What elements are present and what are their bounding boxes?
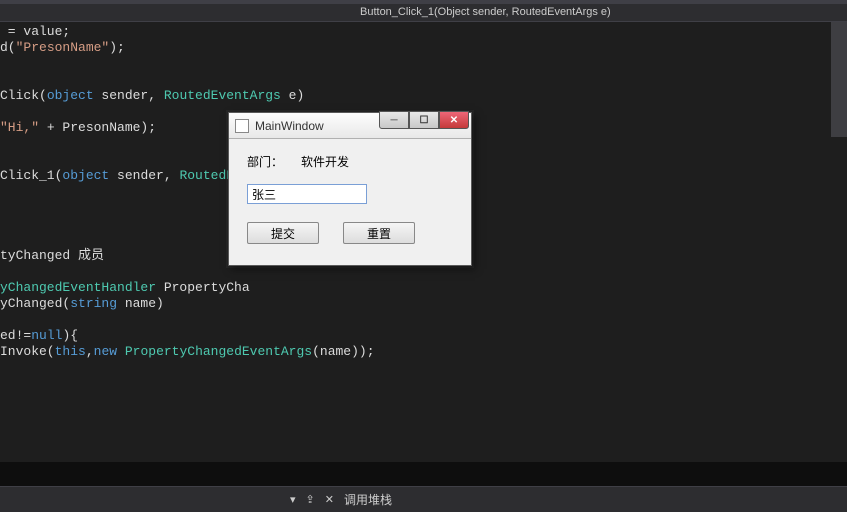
footer-separator [0,462,847,486]
close-button[interactable]: ✕ [439,111,469,129]
dialog-body: 部门： 软件开发 提交 重置 [229,139,471,258]
minimize-button[interactable]: ─ [379,111,409,129]
code-line: d("PresonName"); [0,40,847,56]
maximize-button[interactable]: ☐ [409,111,439,129]
department-value: 软件开发 [301,153,349,170]
close-panel-icon[interactable]: ✕ [325,493,334,506]
name-input[interactable] [247,184,367,204]
code-line: Invoke(this,new PropertyChangedEventArgs… [0,344,847,360]
window-controls: ─ ☐ ✕ [379,111,469,129]
submit-button[interactable]: 提交 [247,222,319,244]
window-titlebar[interactable]: MainWindow ─ ☐ ✕ [229,113,471,139]
reset-button[interactable]: 重置 [343,222,415,244]
department-label: 部门： [247,153,283,170]
department-row: 部门： 软件开发 [247,153,453,170]
code-line [0,72,847,88]
code-line: yChanged(string name) [0,296,847,312]
code-line: Click(object sender, RoutedEventArgs e) [0,88,847,104]
code-line: = value; [0,24,847,40]
button-row: 提交 重置 [247,222,453,244]
callstack-tab[interactable]: 调用堆栈 [344,491,392,508]
mainwindow-dialog: MainWindow ─ ☐ ✕ 部门： 软件开发 提交 重置 [228,112,472,266]
scrollbar-track[interactable] [831,22,847,137]
code-line [0,312,847,328]
code-line [0,264,847,280]
window-title: MainWindow [255,119,324,133]
name-input-row [247,184,453,204]
code-line: yChangedEventHandler PropertyCha [0,280,847,296]
bottom-panel: ▾ ⇪ ✕ 调用堆栈 [0,486,847,512]
breadcrumb[interactable]: Button_Click_1(Object sender, RoutedEven… [0,4,847,22]
pin-icon[interactable]: ⇪ [306,493,315,506]
code-line [0,56,847,72]
breadcrumb-text: Button_Click_1(Object sender, RoutedEven… [360,6,611,18]
code-line: ed!=null){ [0,328,847,344]
dropdown-icon[interactable]: ▾ [290,493,296,506]
window-app-icon [235,119,249,133]
